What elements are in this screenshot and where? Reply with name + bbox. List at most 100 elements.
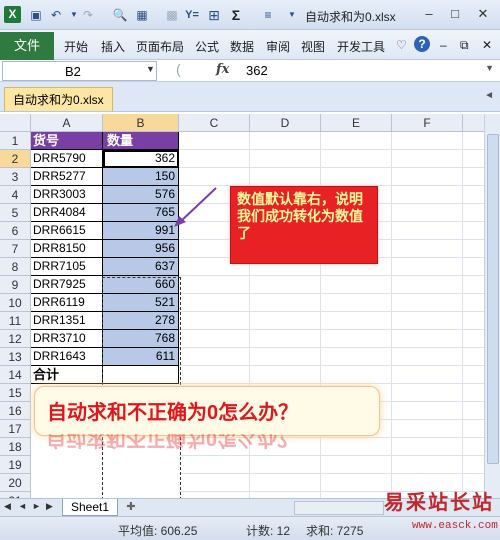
close-button[interactable]: ✕	[472, 4, 494, 24]
grid-cell[interactable]	[392, 186, 463, 204]
quantity-cell[interactable]: 660	[103, 276, 179, 294]
code-cell[interactable]: DRR5277	[31, 168, 103, 186]
sheet-tab-sheet1[interactable]: Sheet1	[62, 499, 118, 516]
chevron-left-icon[interactable]: ◄	[484, 90, 494, 101]
row-header[interactable]: 17	[0, 420, 31, 438]
grid-cell[interactable]	[463, 330, 484, 348]
grid-cell[interactable]	[179, 366, 250, 384]
prev-sheet-icon[interactable]: ◄	[18, 501, 27, 511]
tab-view[interactable]: 视图	[301, 38, 325, 55]
grid-cell[interactable]	[392, 132, 463, 150]
grid-cell[interactable]	[463, 348, 484, 366]
header-cell-code[interactable]: 货号	[31, 132, 103, 150]
grid-cell[interactable]	[321, 168, 392, 186]
grid-cell[interactable]	[463, 186, 484, 204]
grid-cell[interactable]	[250, 366, 321, 384]
chevron-down-icon[interactable]: ▼	[146, 64, 155, 74]
minimize-button[interactable]: –	[418, 4, 440, 24]
row-header[interactable]: 9	[0, 276, 31, 294]
quantity-cell[interactable]: 956	[103, 240, 179, 258]
row-header[interactable]: 11	[0, 312, 31, 330]
align-icon[interactable]: ≡	[260, 7, 276, 23]
vertical-scroll-thumb[interactable]	[487, 134, 499, 464]
grid-cell[interactable]	[250, 132, 321, 150]
grid-cell[interactable]	[179, 312, 250, 330]
grid-cell[interactable]	[321, 132, 392, 150]
new-sheet-icon[interactable]: ✚	[122, 500, 140, 515]
ribbon-collapse-icon[interactable]: ♡	[396, 38, 407, 52]
tab-review[interactable]: 审阅	[266, 38, 290, 55]
row-header[interactable]: 10	[0, 294, 31, 312]
grid-cell[interactable]	[463, 438, 484, 456]
tab-insert[interactable]: 插入	[101, 38, 125, 55]
vertical-scrollbar[interactable]	[484, 114, 500, 498]
grid-cell[interactable]	[463, 222, 484, 240]
grid-cell[interactable]	[250, 348, 321, 366]
grid-cell[interactable]	[392, 276, 463, 294]
insert-function-button[interactable]: fx	[216, 62, 229, 77]
quantity-cell[interactable]: 765	[103, 204, 179, 222]
grid-cell[interactable]	[392, 222, 463, 240]
grid-cell[interactable]	[392, 150, 463, 168]
next-sheet-icon[interactable]: ►	[32, 501, 41, 511]
column-header-e[interactable]: E	[321, 114, 392, 132]
grid-cell[interactable]	[179, 348, 250, 366]
row-header[interactable]: 14	[0, 366, 31, 384]
row-header[interactable]: 19	[0, 456, 31, 474]
grid-cell[interactable]	[321, 312, 392, 330]
code-cell[interactable]: DRR1643	[31, 348, 103, 366]
customize-quick-access-icon[interactable]: ▼	[284, 7, 300, 23]
grid-cell[interactable]	[179, 150, 250, 168]
code-cell[interactable]: DRR7105	[31, 258, 103, 276]
code-cell[interactable]: DRR6119	[31, 294, 103, 312]
quantity-cell[interactable]: 362	[103, 150, 179, 168]
column-header-b[interactable]: B	[103, 114, 179, 132]
grid-cell[interactable]	[321, 330, 392, 348]
grid-cell[interactable]	[463, 150, 484, 168]
quantity-cell[interactable]: 768	[103, 330, 179, 348]
grid-cell[interactable]	[463, 204, 484, 222]
first-sheet-icon[interactable]: ◀	[4, 501, 11, 512]
grid-cell[interactable]	[463, 312, 484, 330]
grid-cell[interactable]	[463, 168, 484, 186]
row-header[interactable]: 18	[0, 438, 31, 456]
grid-cell[interactable]	[250, 168, 321, 186]
grid-cell[interactable]	[463, 420, 484, 438]
grid-cell[interactable]	[179, 474, 250, 492]
select-all-corner[interactable]	[0, 114, 31, 132]
row-header[interactable]: 16	[0, 402, 31, 420]
code-cell[interactable]: DRR3710	[31, 330, 103, 348]
grid-cell[interactable]	[392, 312, 463, 330]
grid-cell[interactable]	[321, 348, 392, 366]
grid-cell[interactable]	[250, 150, 321, 168]
grid-cell[interactable]	[463, 132, 484, 150]
grid-cell[interactable]	[463, 402, 484, 420]
grid-cell[interactable]	[250, 312, 321, 330]
grid-cell[interactable]	[463, 240, 484, 258]
grid-cell[interactable]	[392, 384, 463, 402]
row-header[interactable]: 8	[0, 258, 31, 276]
row-header[interactable]: 12	[0, 330, 31, 348]
total-value-cell[interactable]	[103, 366, 179, 384]
grid-cell[interactable]	[250, 456, 321, 474]
quantity-cell[interactable]: 278	[103, 312, 179, 330]
undo-icon[interactable]: ↶	[48, 7, 64, 23]
grid-cell[interactable]	[321, 366, 392, 384]
grid-cell[interactable]	[179, 132, 250, 150]
grid-cell[interactable]	[250, 294, 321, 312]
code-cell[interactable]: DRR3003	[31, 186, 103, 204]
grid-cell[interactable]	[179, 294, 250, 312]
grid-cell[interactable]	[392, 366, 463, 384]
grid-cell[interactable]	[321, 294, 392, 312]
grid-cell[interactable]	[463, 276, 484, 294]
maximize-button[interactable]: □	[444, 4, 466, 24]
column-header-f[interactable]: F	[392, 114, 463, 132]
grid-cell[interactable]	[392, 258, 463, 276]
row-header[interactable]: 7	[0, 240, 31, 258]
grid-cell[interactable]	[463, 294, 484, 312]
grid-cell[interactable]	[463, 258, 484, 276]
quantity-cell[interactable]: 150	[103, 168, 179, 186]
grid-cell[interactable]	[321, 276, 392, 294]
grid-cell[interactable]	[463, 384, 484, 402]
total-label-cell[interactable]: 合计	[31, 366, 103, 384]
